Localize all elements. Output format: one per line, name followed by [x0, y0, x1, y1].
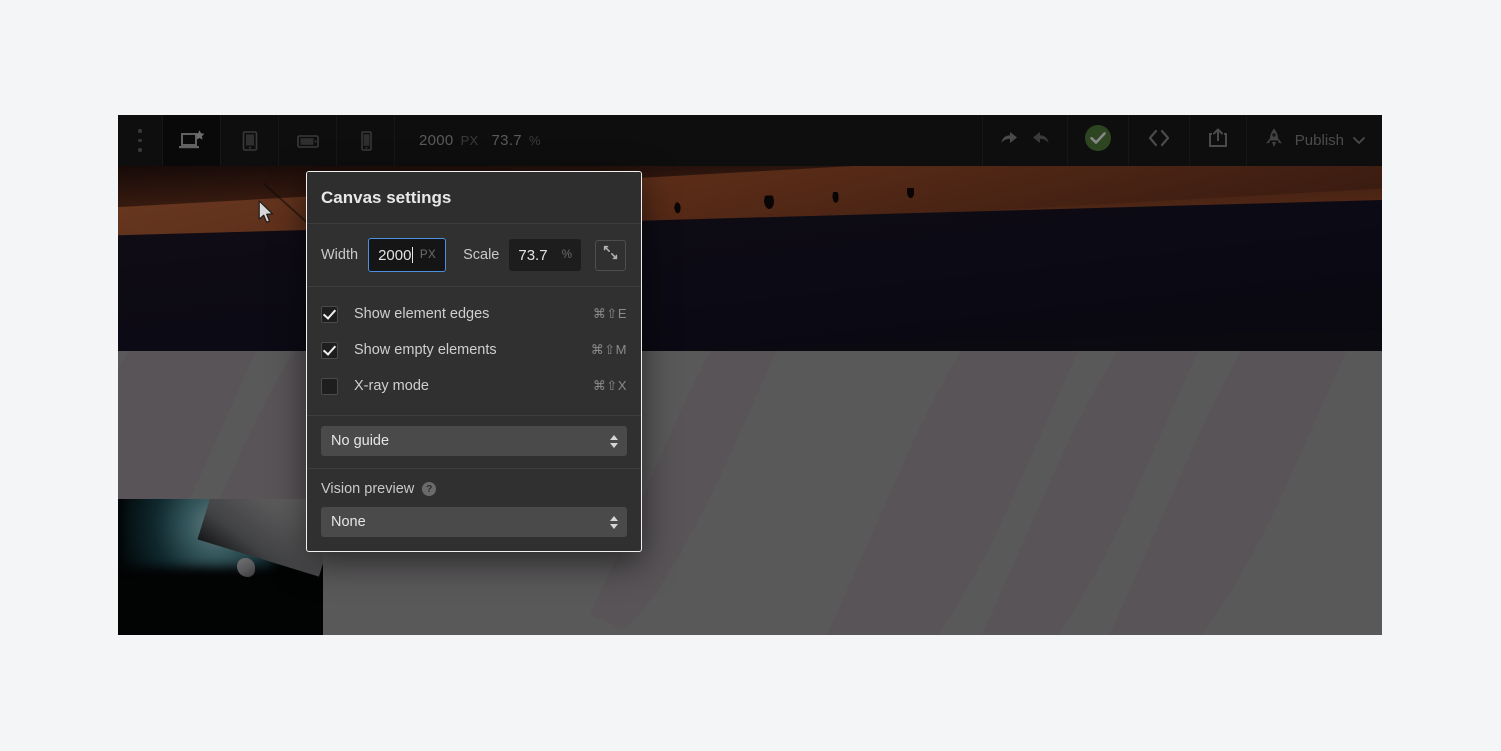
width-label: Width	[321, 247, 359, 263]
device-button-tablet-portrait[interactable]	[221, 115, 279, 166]
mouse-pointer-icon	[258, 200, 275, 230]
checkbox-label: Show element edges	[354, 306, 490, 322]
scale-value: 73.7	[518, 246, 548, 264]
redo-arrow-icon[interactable]	[1030, 129, 1051, 152]
checkbox-shortcut: ⌘⇧E	[592, 306, 627, 321]
code-view-button[interactable]	[1127, 115, 1189, 166]
vision-preview-section: Vision preview ? None	[307, 469, 641, 551]
vision-preview-value: None	[331, 514, 366, 530]
checkbox-row-show-empty-elements[interactable]: Show empty elements ⌘⇧M	[321, 332, 627, 368]
editor-toolbar: 2000 PX 73.7 % Publish	[118, 115, 1382, 166]
sort-arrows-icon	[610, 515, 627, 529]
publish-label: Publish	[1294, 132, 1344, 149]
device-button-desktop[interactable]	[162, 115, 221, 166]
collapse-diagonal-icon	[602, 244, 619, 266]
share-button[interactable]	[1188, 115, 1246, 166]
panel-title: Canvas settings	[307, 172, 641, 224]
image-rock	[236, 557, 256, 577]
width-unit: PX	[419, 249, 437, 261]
guide-select-value: No guide	[331, 433, 390, 449]
canvas-scale-unit: %	[528, 133, 541, 148]
secondary-image	[118, 499, 323, 635]
checkbox-checked-icon[interactable]	[321, 305, 338, 323]
canvas-width-unit: PX	[460, 133, 479, 148]
publish-button[interactable]: Publish	[1245, 115, 1382, 166]
checkbox-group: Show element edges ⌘⇧E Show empty elemen…	[307, 287, 641, 416]
code-brackets-icon	[1145, 127, 1173, 154]
sort-arrows-icon	[610, 434, 627, 448]
tablet-landscape-icon	[295, 129, 321, 153]
scale-unit: %	[561, 249, 573, 261]
device-switcher	[162, 115, 395, 166]
vision-preview-header: Vision preview ?	[321, 481, 627, 497]
checkbox-label: X-ray mode	[354, 378, 429, 394]
width-input[interactable]: 2000 PX	[368, 238, 447, 272]
device-button-tablet-landscape[interactable]	[279, 115, 337, 166]
checkbox-unchecked-icon[interactable]	[321, 377, 338, 395]
canvas-size-display[interactable]: 2000 PX 73.7 %	[395, 115, 541, 166]
size-row: Width 2000 PX Scale 73.7 %	[307, 224, 641, 287]
rocket-icon	[1263, 127, 1285, 154]
guide-select[interactable]: No guide	[321, 426, 627, 456]
checkbox-checked-icon[interactable]	[321, 341, 338, 359]
vision-preview-select[interactable]: None	[321, 507, 627, 537]
canvas-scale-value: 73.7	[491, 132, 522, 149]
mobile-icon	[357, 129, 375, 153]
tablet-portrait-icon	[239, 129, 261, 153]
checkbox-row-xray-mode[interactable]: X-ray mode ⌘⇧X	[321, 368, 627, 404]
canvas-settings-panel: Canvas settings Width 2000 PX Scale 73.7…	[306, 171, 642, 552]
text-caret	[412, 247, 414, 263]
checkbox-row-show-element-edges[interactable]: Show element edges ⌘⇧E	[321, 296, 627, 332]
chevron-down-icon	[1352, 132, 1366, 150]
toolbar-actions: Publish	[981, 115, 1382, 166]
kebab-menu-icon[interactable]	[118, 115, 162, 166]
checkbox-shortcut: ⌘⇧X	[592, 378, 627, 393]
desktop-starred-icon	[177, 129, 207, 153]
checkmark-circle-icon	[1084, 124, 1112, 157]
vision-preview-label: Vision preview	[321, 481, 415, 497]
device-button-mobile[interactable]	[337, 115, 395, 166]
undo-arrow-icon[interactable]	[999, 129, 1020, 152]
undo-redo-group	[981, 115, 1067, 166]
scale-input[interactable]: 73.7 %	[509, 239, 582, 271]
canvas-width-value: 2000	[419, 132, 454, 149]
checkbox-shortcut: ⌘⇧M	[590, 342, 627, 357]
screen: 2000 PX 73.7 % Publish Canvas settings W…	[0, 0, 1501, 751]
fit-canvas-button[interactable]	[595, 239, 627, 271]
scale-label: Scale	[463, 247, 500, 263]
width-value: 2000	[378, 246, 412, 264]
save-status-button[interactable]	[1066, 115, 1128, 166]
help-question-icon[interactable]: ?	[422, 482, 437, 496]
checkbox-label: Show empty elements	[354, 342, 497, 358]
guide-select-wrapper: No guide	[307, 416, 641, 469]
share-export-icon	[1206, 127, 1230, 154]
